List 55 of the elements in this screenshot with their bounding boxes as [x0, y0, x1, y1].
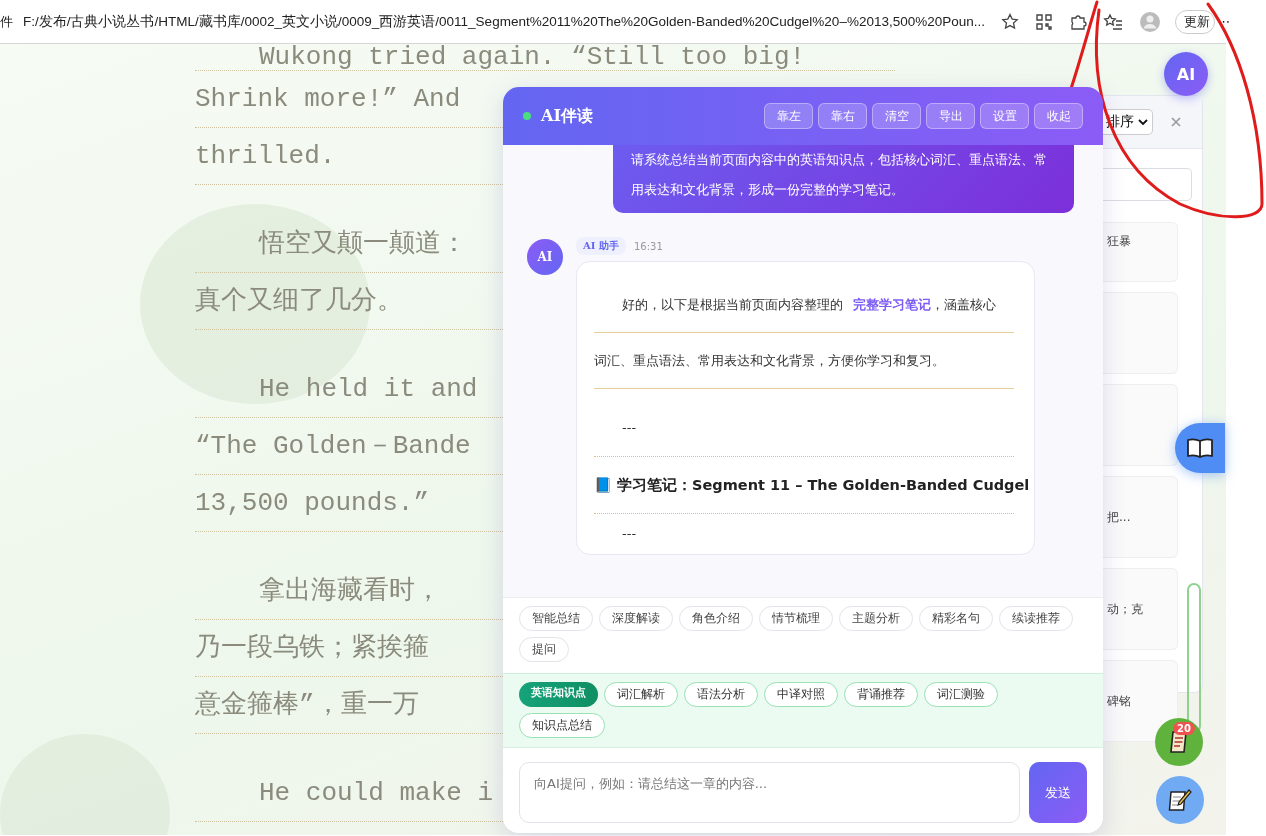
text-line: He could make i	[259, 778, 494, 808]
text-line: 真个又细了几分。	[195, 286, 403, 316]
tab-label[interactable]: 件	[0, 12, 13, 31]
text-line: Wukong tried again. “Still too big!	[259, 44, 806, 72]
book-icon	[1186, 437, 1214, 459]
english-action-chip[interactable]: 背诵推荐	[844, 682, 918, 707]
address-bar-url[interactable]: F:/发布/古典小说丛书/HTML/藏书库/0002_英文小说/0009_西游英语/0011_Segment%2011%20The%20Golden-Banded%20Cudgel%20–%2013,500%20Poun...	[23, 12, 985, 31]
chat-title: AI伴读	[541, 105, 593, 127]
send-button[interactable]: 发送	[1029, 762, 1087, 823]
english-action-chip[interactable]: 语法分析	[684, 682, 758, 707]
quick-action-chip[interactable]: 角色介绍	[679, 606, 753, 631]
text-line: He held it and	[259, 374, 478, 404]
quick-action-chip[interactable]: 深度解读	[599, 606, 673, 631]
user-message: 请系统总结当前页面内容中的英语知识点，包括核心词汇、重点语法、常用表达和文化背景，形成一份完整的学习笔记。	[613, 145, 1074, 213]
message-time: 16:31	[633, 240, 663, 252]
english-section-label: 英语知识点	[519, 682, 598, 707]
english-action-chip[interactable]: 词汇测验	[924, 682, 998, 707]
english-action-chip[interactable]: 中译对照	[764, 682, 838, 707]
text-line: 拿出海藏看时，	[259, 576, 441, 606]
assistant-avatar: AI	[527, 239, 563, 275]
memo-pencil-icon	[1167, 787, 1193, 813]
note-card[interactable]: 狂暴	[1103, 222, 1178, 282]
search-field[interactable]	[1103, 168, 1192, 201]
quick-action-chip[interactable]: 续读推荐	[999, 606, 1073, 631]
sender-tag: AI 助手	[576, 237, 626, 255]
notification-badge: 20	[1173, 722, 1195, 735]
book-button[interactable]	[1175, 423, 1225, 473]
divider-text: ---	[622, 420, 637, 435]
favorites-icon[interactable]	[1103, 12, 1123, 31]
close-icon[interactable]	[1171, 117, 1181, 127]
quick-action-chip[interactable]: 情节梳理	[759, 606, 833, 631]
quick-action-chip[interactable]: 智能总结	[519, 606, 593, 631]
english-action-chip[interactable]: 知识点总结	[519, 713, 605, 738]
text-line: “The Golden－Bande	[195, 431, 471, 461]
text-line: Shrink more!” And	[195, 84, 461, 114]
divider-text: ---	[622, 526, 637, 541]
text-line: thrilled.	[195, 141, 336, 171]
text-line: 乃一段乌铁；紧挨箍	[195, 633, 429, 663]
question-input[interactable]: 向AI提问，例如：请总结这一章的内容...	[519, 762, 1020, 823]
note-card[interactable]: 把...	[1103, 476, 1178, 558]
text-line: 意金箍棒”，重一万	[195, 690, 419, 720]
puzzle-icon[interactable]	[1069, 12, 1087, 31]
message-paragraph: 好的，以下是根据当前页面内容整理的 完整学习笔记，涵盖核心词汇、重点语法、常用表达和文化背景，方便你学习和复习。	[594, 297, 997, 368]
star-icon[interactable]	[1001, 12, 1019, 31]
text-line: 悟空又颠一颠道：	[259, 229, 467, 259]
chevron-down-icon	[1138, 118, 1148, 126]
english-action-chip[interactable]: 词汇解析	[604, 682, 678, 707]
qr-code-icon[interactable]	[1035, 12, 1053, 31]
notes-heading: 📘 学习笔记：Segment 11 – The Golden-Banded Cudgel	[594, 477, 1030, 493]
note-card[interactable]: 碑铭	[1103, 660, 1178, 742]
quick-action-chip[interactable]: 提问	[519, 637, 569, 662]
note-card[interactable]: 动；克	[1103, 568, 1178, 650]
text-line: 13,500 pounds.”	[195, 488, 430, 518]
quick-action-chip[interactable]: 主题分析	[839, 606, 913, 631]
quick-action-chip[interactable]: 精彩名句	[919, 606, 993, 631]
